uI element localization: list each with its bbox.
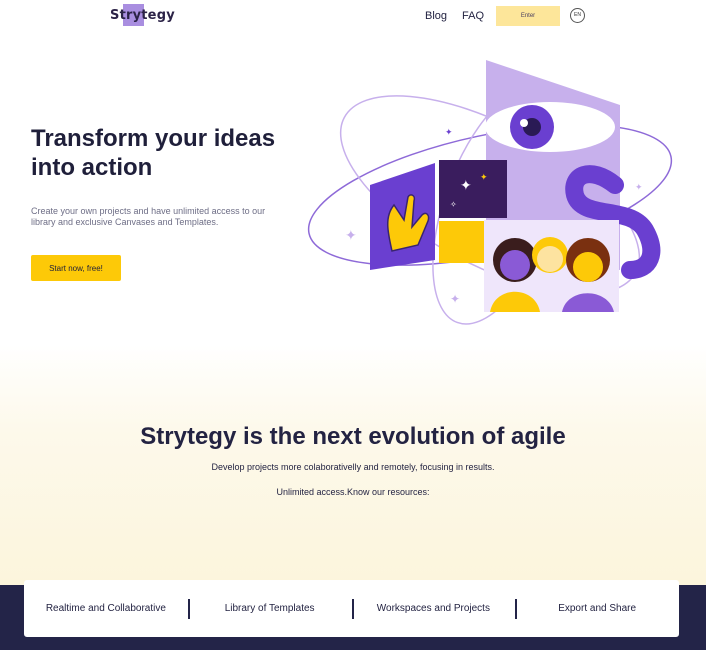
nav-faq-link[interactable]: FAQ: [462, 10, 484, 22]
evolution-title: Strytegy is the next evolution of agile: [140, 423, 566, 450]
language-selector[interactable]: EN: [570, 8, 585, 23]
svg-text:✦: ✦: [635, 183, 643, 193]
hero-description: Create your own projects and have unlimi…: [31, 206, 266, 227]
logo-text: Strytegy: [110, 8, 175, 23]
hero-illustration: ✦ ✦ ✧ ✦ ✦ ✦ ✦: [307, 60, 673, 325]
feature-library-templates[interactable]: Library of Templates: [187, 598, 352, 619]
svg-text:✦: ✦: [460, 178, 472, 194]
evolution-subtitle: Develop projects more colaborativelly an…: [211, 462, 495, 472]
logo[interactable]: Strytegy: [110, 4, 175, 26]
resources-text: Unlimited access.Know our resources:: [276, 487, 430, 497]
top-header: Strytegy Blog FAQ Enter EN: [0, 0, 706, 34]
feature-workspaces-projects[interactable]: Workspaces and Projects: [351, 598, 516, 619]
hero-title: Transform your ideas into action: [31, 125, 276, 181]
svg-text:✦: ✦: [445, 128, 453, 138]
start-free-button[interactable]: Start now, free!: [31, 255, 121, 281]
feature-export-share[interactable]: Export and Share: [515, 598, 679, 619]
nav-blog-link[interactable]: Blog: [425, 10, 447, 22]
svg-text:✦: ✦: [450, 292, 460, 306]
enter-button[interactable]: Enter: [496, 6, 560, 26]
svg-text:✦: ✦: [480, 173, 488, 183]
svg-text:✦: ✦: [345, 228, 357, 244]
feature-realtime-collaborative[interactable]: Realtime and Collaborative: [24, 599, 188, 619]
features-tabs: Realtime and Collaborative Library of Te…: [24, 580, 679, 637]
svg-text:✧: ✧: [450, 200, 457, 209]
